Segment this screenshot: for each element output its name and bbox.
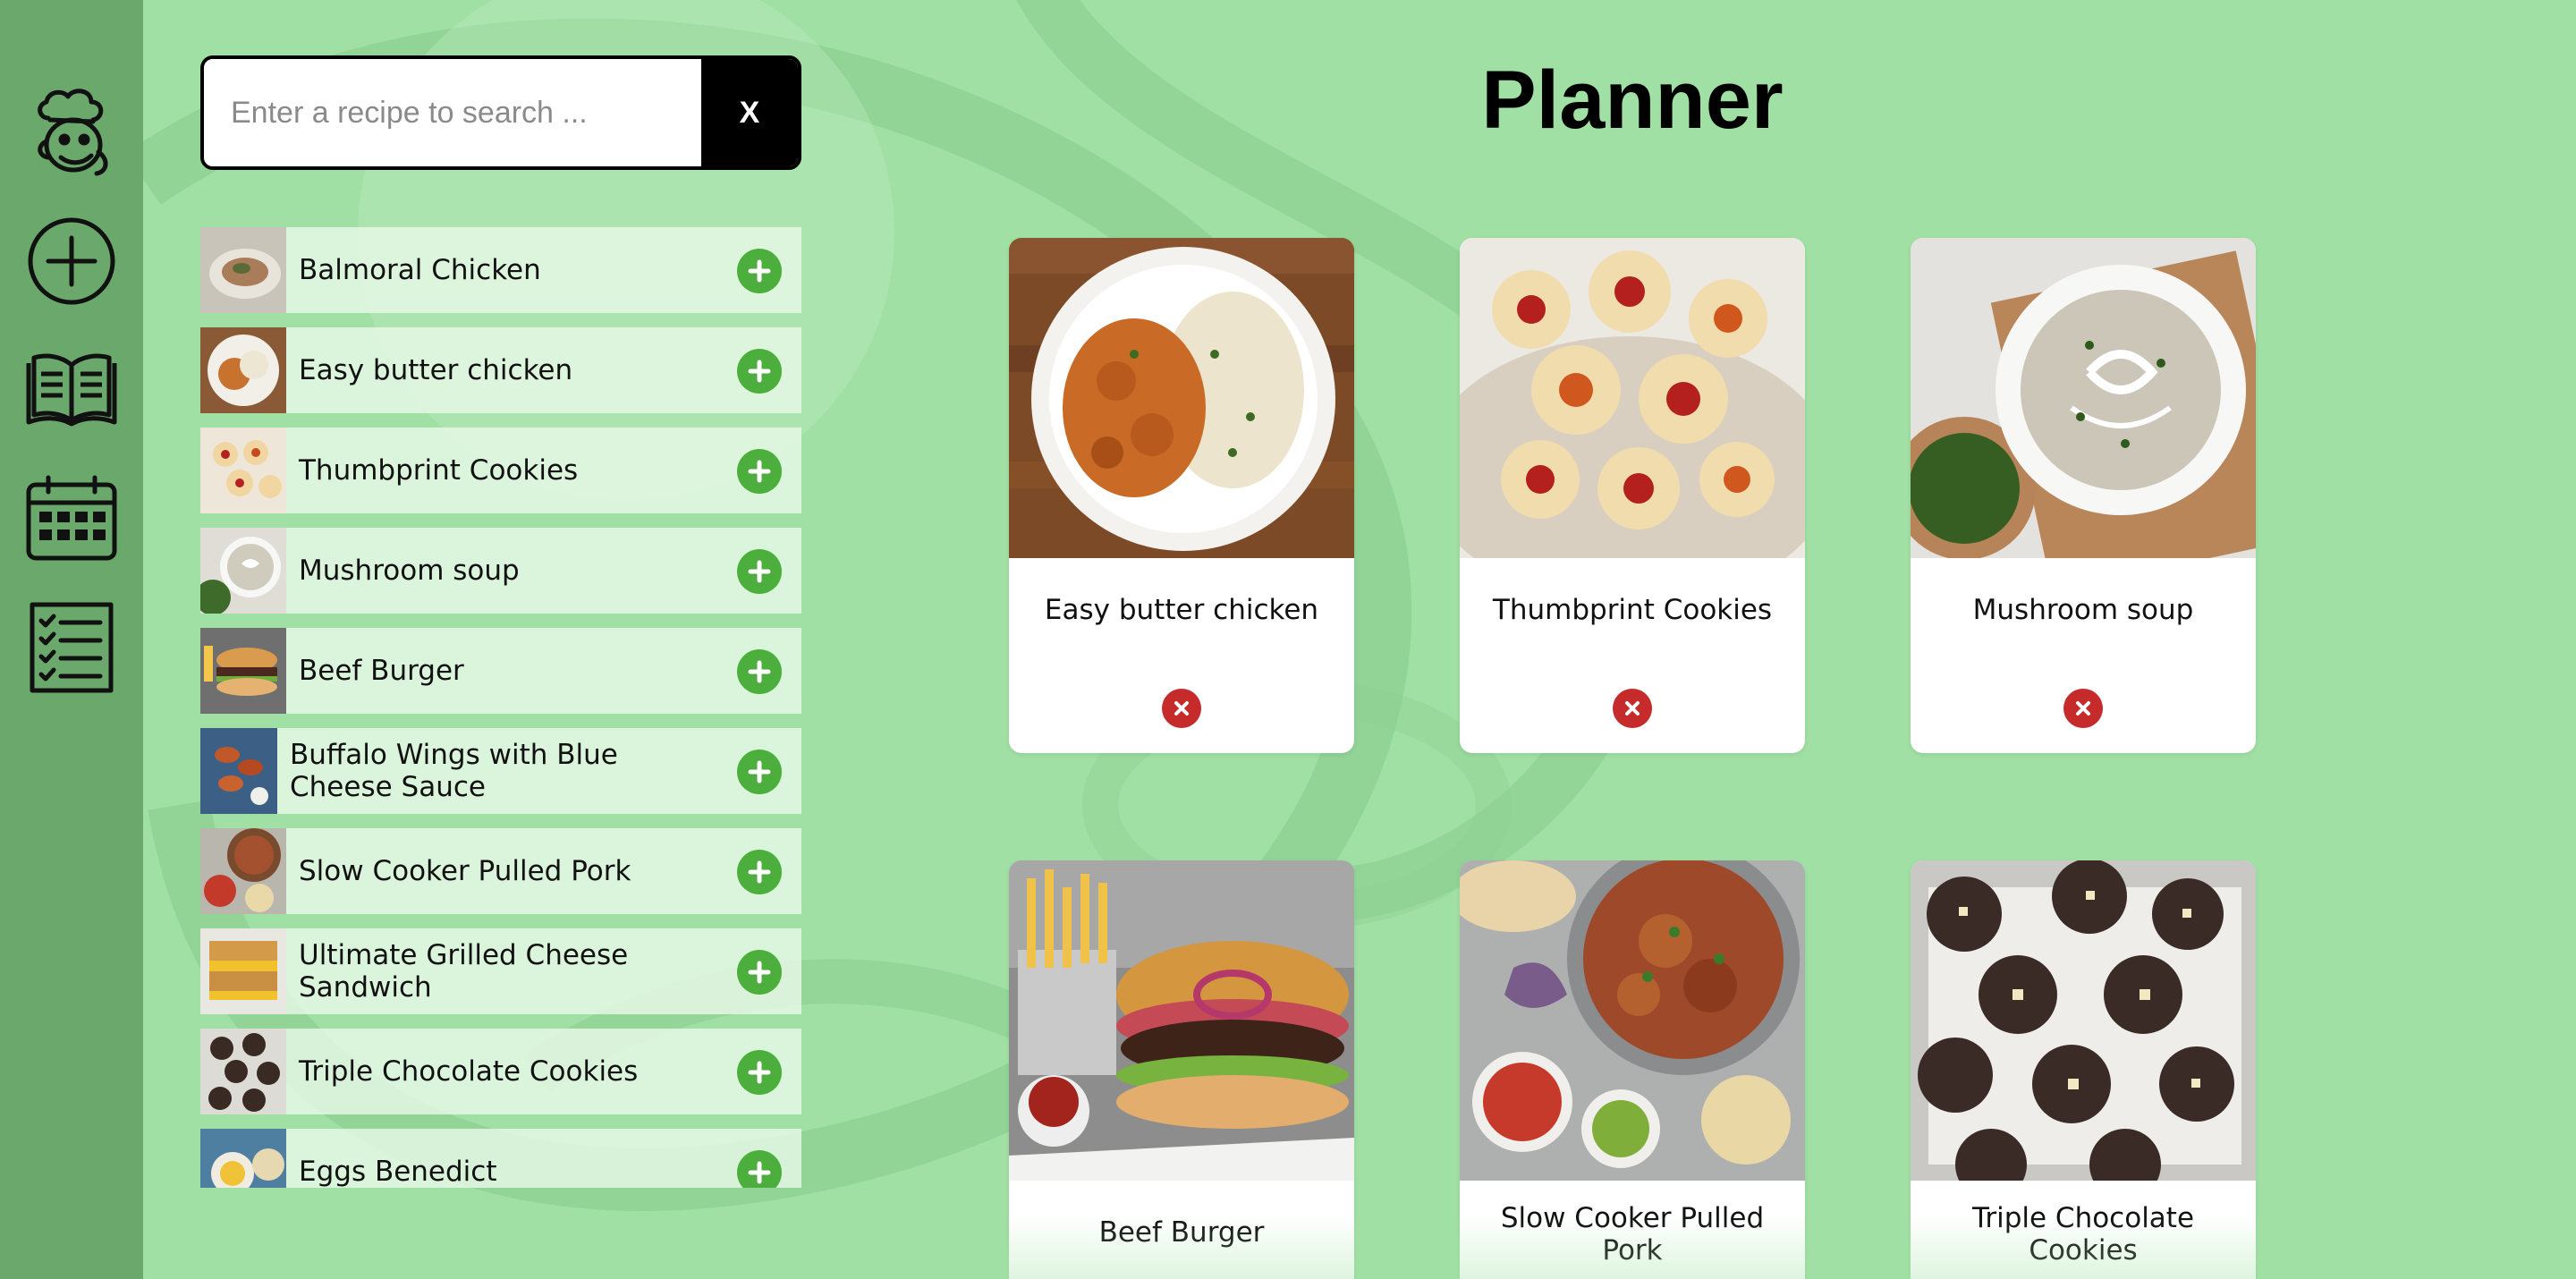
remove-from-planner-button[interactable] <box>2063 689 2103 728</box>
nav-home-button[interactable] <box>18 79 125 186</box>
recipe-thumbnail <box>200 828 286 914</box>
recipe-list-item[interactable]: Buffalo Wings with Blue Cheese Sauce <box>200 728 801 814</box>
search-clear-button[interactable]: X <box>701 59 798 166</box>
recipe-name: Balmoral Chicken <box>299 254 541 286</box>
remove-from-planner-button[interactable] <box>1613 689 1652 728</box>
recipe-list-item[interactable]: Beef Burger <box>200 628 801 714</box>
recipe-image <box>1911 238 2256 558</box>
planner-card-title: Triple Chocolate Cookies <box>1971 1202 2195 1266</box>
add-to-planner-button[interactable] <box>737 649 782 694</box>
recipe-list-item[interactable]: Thumbprint Cookies <box>200 428 801 513</box>
close-icon <box>1625 701 1640 716</box>
planner-card-title: Beef Burger <box>1098 1216 1265 1249</box>
recipe-name: Eggs Benedict <box>299 1156 497 1188</box>
recipe-name: Easy butter chicken <box>299 354 573 386</box>
recipe-image <box>1911 860 2256 1181</box>
recipe-name: Ultimate Grilled Cheese Sandwich <box>299 939 629 1004</box>
recipe-list-item[interactable]: Eggs Benedict <box>200 1129 801 1188</box>
recipe-thumbnail <box>200 1029 286 1114</box>
add-to-planner-button[interactable] <box>737 1150 782 1188</box>
planner-card: Easy butter chicken <box>1009 238 1354 753</box>
recipe-thumbnail <box>200 428 286 513</box>
nav-planner-button[interactable] <box>18 465 125 572</box>
planner-card-title: Thumbprint Cookies <box>1492 594 1773 626</box>
plus-icon <box>748 460 771 483</box>
recipe-image <box>1009 860 1354 1181</box>
add-to-planner-button[interactable] <box>737 850 782 894</box>
add-to-planner-button[interactable] <box>737 449 782 494</box>
calendar-icon <box>26 475 117 561</box>
plus-icon <box>748 1061 771 1084</box>
add-recipe-icon <box>28 217 115 305</box>
recipe-name: Slow Cooker Pulled Pork <box>299 855 631 887</box>
plus-icon <box>748 1161 771 1184</box>
remove-from-planner-button[interactable] <box>1162 689 1201 728</box>
close-icon <box>1174 701 1189 716</box>
recipe-thumbnail <box>200 728 277 814</box>
checklist-icon <box>30 602 114 693</box>
planner-card-title: Mushroom soup <box>1972 594 2194 626</box>
recipe-book-icon <box>26 353 117 427</box>
recipe-name: Thumbprint Cookies <box>299 454 579 487</box>
nav-add-recipe-button[interactable] <box>18 208 125 315</box>
recipe-thumbnail <box>200 628 286 714</box>
planner-card: Slow Cooker Pulled Pork <box>1460 860 1805 1279</box>
add-to-planner-button[interactable] <box>737 349 782 394</box>
recipe-image <box>1460 860 1805 1181</box>
recipe-thumbnail <box>200 928 286 1014</box>
planner-card: Triple Chocolate Cookies <box>1911 860 2256 1279</box>
planner-card: Thumbprint Cookies <box>1460 238 1805 753</box>
recipe-thumbnail <box>200 227 286 313</box>
recipe-list-item[interactable]: Ultimate Grilled Cheese Sandwich <box>200 928 801 1014</box>
plus-icon <box>748 860 771 884</box>
recipe-thumbnail <box>200 327 286 413</box>
plus-icon <box>748 560 771 583</box>
add-to-planner-button[interactable] <box>737 950 782 995</box>
plus-icon <box>748 760 771 783</box>
recipe-search-input[interactable] <box>204 59 701 166</box>
recipe-search-box: X <box>200 55 801 170</box>
recipe-list-item[interactable]: Easy butter chicken <box>200 327 801 413</box>
add-to-planner-button[interactable] <box>737 549 782 594</box>
nav-recipe-book-button[interactable] <box>18 336 125 444</box>
recipe-list-item[interactable]: Triple Chocolate Cookies <box>200 1029 801 1114</box>
plus-icon <box>748 660 771 683</box>
recipe-thumbnail <box>200 1129 286 1188</box>
recipe-image <box>1009 238 1354 558</box>
planner-card-title: Slow Cooker Pulled Pork <box>1500 1202 1765 1266</box>
close-icon <box>2076 701 2090 716</box>
plus-icon <box>748 259 771 283</box>
recipe-name: Triple Chocolate Cookies <box>299 1055 639 1088</box>
recipe-name: Beef Burger <box>299 655 464 687</box>
chef-logo-icon <box>38 89 108 176</box>
recipe-name: Mushroom soup <box>299 555 520 587</box>
recipe-list-item[interactable]: Slow Cooker Pulled Pork <box>200 828 801 914</box>
plus-icon <box>748 360 771 383</box>
recipe-list-item[interactable]: Balmoral Chicken <box>200 227 801 313</box>
add-to-planner-button[interactable] <box>737 750 782 794</box>
planner-card: Beef Burger <box>1009 860 1354 1279</box>
recipe-thumbnail <box>200 528 286 614</box>
add-to-planner-button[interactable] <box>737 249 782 293</box>
plus-icon <box>748 961 771 984</box>
recipe-list: Balmoral Chicken Easy butter chicken Thu… <box>200 227 801 1188</box>
nav-shopping-list-button[interactable] <box>18 594 125 701</box>
recipe-list-item[interactable]: Mushroom soup <box>200 528 801 614</box>
page-title: Planner <box>1481 55 1784 146</box>
recipe-image <box>1460 238 1805 558</box>
recipe-name: Buffalo Wings with Blue Cheese Sauce <box>290 739 618 803</box>
planner-card-title: Easy butter chicken <box>1044 594 1319 626</box>
planner-card: Mushroom soup <box>1911 238 2256 753</box>
add-to-planner-button[interactable] <box>737 1050 782 1095</box>
side-nav <box>0 0 143 1279</box>
